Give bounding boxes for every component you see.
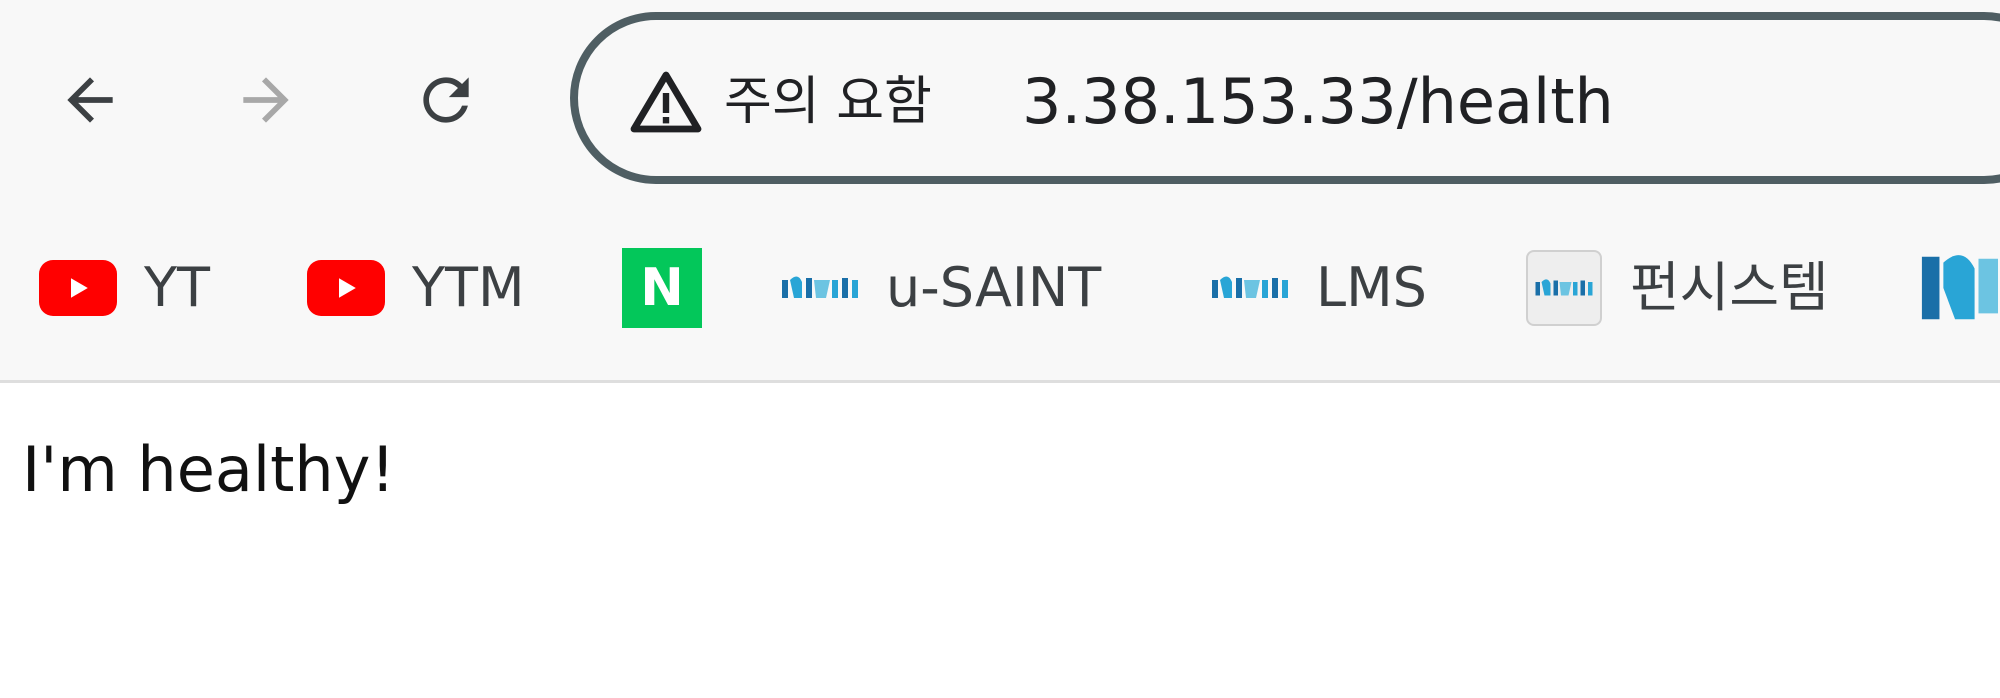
- warning-triangle-icon: [630, 71, 702, 133]
- bookmark-label: 펀시스템: [1630, 256, 1829, 319]
- forward-button[interactable]: [224, 58, 308, 142]
- naver-icon: N: [622, 248, 702, 328]
- bookmark-naver[interactable]: N: [622, 248, 702, 328]
- bookmark-label: LMS: [1316, 256, 1427, 319]
- bookmark-yt[interactable]: YT: [38, 248, 210, 328]
- url-text[interactable]: 3.38.153.33/health: [1022, 64, 1614, 140]
- reload-button[interactable]: [404, 58, 488, 142]
- security-label: 주의 요함: [724, 72, 932, 132]
- bookmark-u-saint[interactable]: u-SAINT: [780, 248, 1101, 328]
- bookmark-ssu[interactable]: [1918, 248, 1998, 328]
- browser-chrome: 주의 요함 3.38.153.33/health YT YTM N u-SAIN…: [0, 0, 2000, 383]
- bookmark-fun-system[interactable]: 펀시스템: [1524, 248, 1829, 328]
- security-indicator[interactable]: 주의 요함: [628, 70, 932, 134]
- bookmark-ytm[interactable]: YTM: [306, 248, 525, 328]
- bookmark-label: YT: [144, 256, 210, 319]
- arrow-left-icon: [67, 77, 113, 123]
- arrow-right-icon: [243, 77, 289, 123]
- address-bar[interactable]: 주의 요함 3.38.153.33/health: [570, 12, 2000, 184]
- back-button[interactable]: [48, 58, 132, 142]
- ssu-logo-icon: [780, 260, 860, 316]
- ssu-logo-icon: [1210, 260, 1290, 316]
- page-body-text: I'm healthy!: [22, 433, 396, 506]
- bookmark-lms[interactable]: LMS: [1210, 248, 1427, 328]
- youtube-icon: [306, 260, 386, 316]
- reload-icon: [423, 77, 469, 123]
- bookmark-label: YTM: [412, 256, 525, 319]
- bookmark-label: u-SAINT: [886, 256, 1102, 319]
- ssu-logo-icon: [1918, 255, 1998, 320]
- ssu-logo-icon: [1524, 250, 1604, 326]
- youtube-icon: [38, 260, 118, 316]
